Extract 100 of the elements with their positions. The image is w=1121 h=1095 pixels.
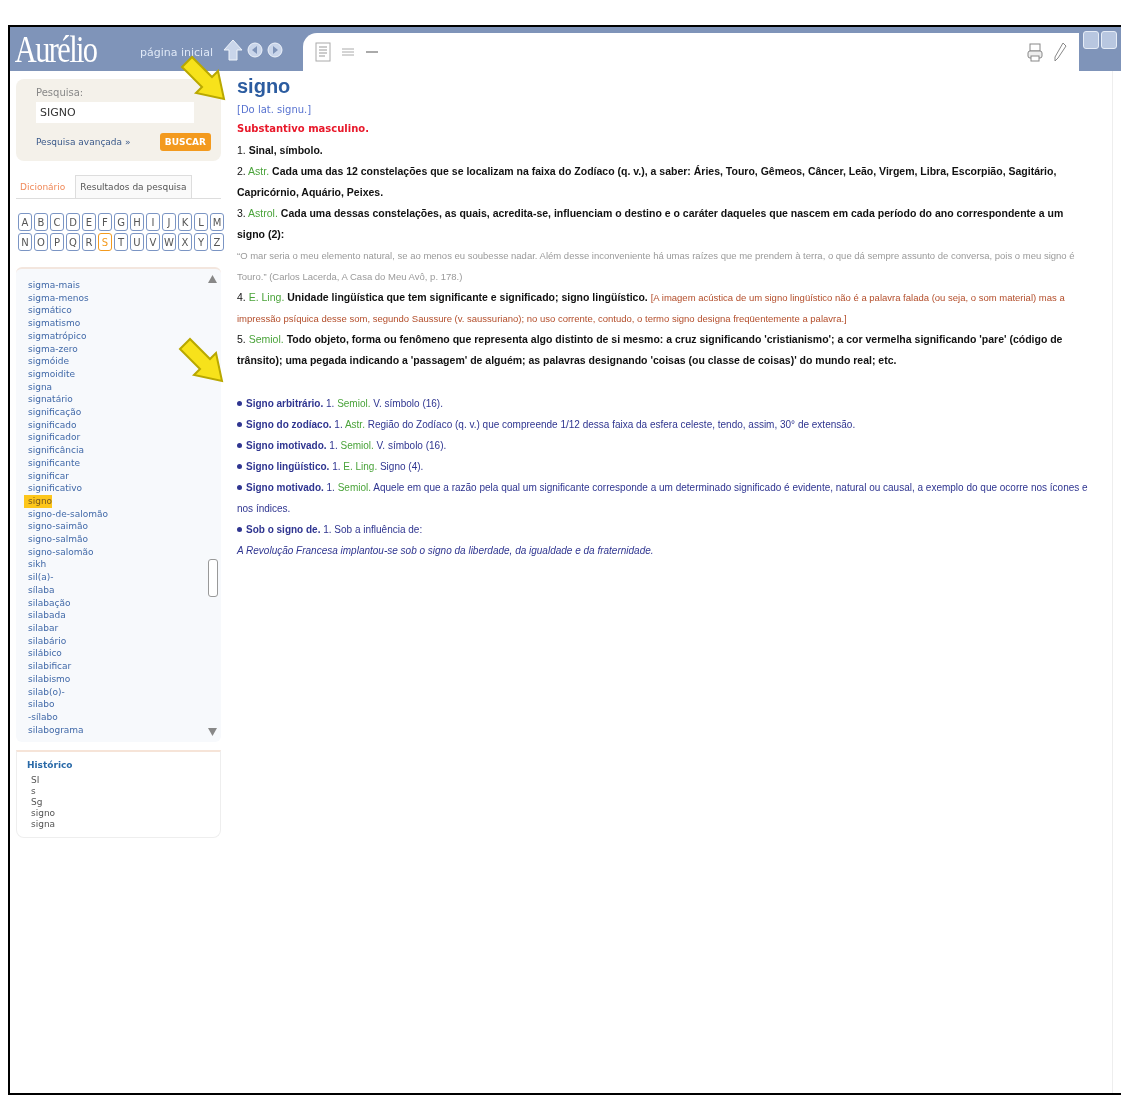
phrase-definition: Signo motivado. 1. Semiol. Aquele em que a razão pela qual um significante corresponde a um determinado significado é evidente, natural ou causal, a exemplo do que ocorre nos ícones e nos índices. [237,481,1089,516]
word-list-item[interactable]: sigma-zero [24,342,78,356]
word-list-item[interactable]: silabário [24,634,67,648]
scroll-up-icon[interactable] [208,275,217,283]
phrase-definition: Signo imotivado. 1. Semiol. V. símbolo (16). [237,435,1092,456]
word-list-item[interactable]: sil(a)- [24,571,54,584]
list-view-icon[interactable] [340,47,355,57]
phrase-definition: Signo arbitrário. 1. Semiol. V. símbolo (16). [237,393,1092,414]
headword: signo [237,75,292,98]
letter-button[interactable]: T [114,233,128,251]
scrollbar-thumb[interactable] [208,559,218,597]
letter-button[interactable]: V [146,233,160,251]
word-list-item[interactable]: sigmoidite [24,367,75,381]
history-title: Histórico [27,760,74,771]
etymology: [Do lat. signu.] [237,104,313,115]
compact-view-icon[interactable] [364,49,379,55]
sense-definition: 1. Sinal, símbolo. [237,143,324,158]
word-list-item[interactable]: silabismo [24,672,71,686]
document-view-icon[interactable] [314,42,331,62]
word-list-item[interactable]: silab(o)- [24,685,65,699]
word-list-item[interactable]: significador [24,431,81,445]
history-item[interactable]: s [27,786,210,797]
letter-button[interactable]: K [178,213,192,231]
pen-icon[interactable] [1053,42,1067,62]
letter-button[interactable]: F [98,213,112,231]
word-list-item[interactable]: sílaba [24,583,55,597]
letter-button[interactable]: Q [66,233,80,251]
letter-button[interactable]: Y [194,233,208,251]
letter-button[interactable]: E [82,213,96,231]
phrase-definition: Sob o signo de. 1. Sob a influência de: [237,519,1092,540]
advanced-search-link[interactable]: Pesquisa avançada » [36,137,131,147]
word-list-item[interactable]: silábico [24,647,62,661]
letter-button[interactable]: P [50,233,64,251]
letter-button[interactable]: X [178,233,192,251]
word-list-item[interactable]: significativo [24,482,83,495]
word-list-item[interactable]: silabação [24,596,71,610]
back-icon[interactable] [246,42,263,58]
example-sentence: A Revolução Francesa implantou-se sob o signo da liberdade, da igualdade e da fraternidade. [237,544,655,558]
word-list-item[interactable]: signo [24,494,53,508]
letter-button[interactable]: N [18,233,32,251]
word-list-item[interactable]: significação [24,406,82,419]
history-item[interactable]: signo [27,808,210,819]
word-list-item[interactable]: sikh [24,558,47,572]
word-list-item[interactable]: sigma-mais [24,279,80,292]
letter-button[interactable]: B [34,213,48,231]
letter-button[interactable]: A [18,213,32,231]
word-list-item[interactable]: signo-saimão [24,520,89,534]
word-list-item[interactable]: silabo [24,698,55,711]
word-list-item[interactable]: silabar [24,622,59,635]
word-list-item[interactable]: significante [24,456,80,470]
forward-icon[interactable] [266,42,283,58]
letter-button[interactable]: L [194,213,208,231]
sense-definition: 5. Semiol. Todo objeto, forma ou fenômeno que representa algo distinto de si mesmo: a cruz significando 'cristianismo'; a cor vermelha significando 'pare' (código de trânsito); uma pegada indicando a 'passagem' de alguém; as palavras designando 'coisas (ou classe de coisas)' do mundo real; etc. [237,332,1064,368]
scroll-down-icon[interactable] [208,728,217,737]
sense-definition: 4. E. Ling. Unidade lingüística que tem significante e significado; signo lingüístico. [A imagem acústica de um signo lingüístico não é a palavra falada (ou seja, o som material) mas a impressão psíquica desse som, segundo Saussure (v. saussuriano); no uso corrente, contudo, o termo signo designa freqüentemente a palavra.] [237,290,1066,326]
history-item[interactable]: Sg [27,797,210,808]
letter-button[interactable]: J [162,213,176,231]
word-list-item[interactable]: -sílabo [24,710,58,724]
search-field[interactable]: SIGNO [36,102,194,123]
citation: “O mar seria o meu elemento natural, se ao menos eu soubesse nadar. Além desse inconveniente há umas raízes que me prendem à terra, o que dá sempre assunto de conversa, pois o meu signo é Touro.” (Carlos Lacerda, A Casa do Meu Avô, p. 178.) [237,249,1076,284]
word-list-item[interactable]: significar [24,469,69,483]
sense-definition: 3. Astrol. Cada uma dessas constelações, as quais, acredita-se, influenciam o destino e o caráter daqueles que nascem em cada período do ano correspondente a um signo (2): [237,206,1065,242]
tab[interactable]: Resultados da pesquisa [75,175,192,198]
app-logo: Aurélio [13,29,98,71]
letter-button[interactable]: H [130,213,144,231]
phrase-definition: Signo do zodíaco. 1. Astr. Região do Zodíaco (q. v.) que compreende 1/12 dessa faixa da esfera celeste, tendo, assim, 30° de extensão. [237,414,1092,435]
word-list-item[interactable]: silabada [24,609,66,622]
history-item[interactable]: SI [27,775,210,786]
word-list-item[interactable]: sigmatismo [24,317,81,330]
word-list-item[interactable]: significado [24,418,77,432]
history-item[interactable]: signa [27,819,210,830]
word-list-item[interactable]: signa [24,380,53,394]
printer-icon[interactable] [1027,42,1043,62]
letter-button[interactable]: R [82,233,96,251]
arrow-icon [176,335,226,385]
letter-button[interactable]: C [50,213,64,231]
word-list-item[interactable]: signo-salomão [24,545,94,559]
sense-definition: 2. Astr. Cada uma das 12 constelações que se localizam na faixa do Zodíaco (q. v.), a saber: Áries, Touro, Gêmeos, Câncer, Leão, Virgem, Libra, Escorpião, Sagitário, Capricórnio, Aquário, Peixes. [237,164,1058,200]
word-list-item[interactable]: sigmatrópico [24,329,87,343]
word-list-item[interactable]: sigmático [24,304,72,318]
word-list-item[interactable]: signatário [24,393,73,407]
word-list-item[interactable]: signo-de-salomão [24,507,109,521]
letter-button[interactable]: M [210,213,224,231]
letter-button[interactable]: D [66,213,80,231]
phrase-definition: Signo lingüístico. 1. E. Ling. Signo (4). [237,456,1092,477]
word-class: Substantivo masculino. [237,123,370,134]
letter-button[interactable]: W [162,233,176,251]
letter-button[interactable]: G [114,213,128,231]
home-arrow-icon[interactable] [222,39,243,61]
letter-button[interactable]: I [146,213,160,231]
word-list-item[interactable]: sigma-menos [24,291,89,305]
word-list-item[interactable]: silabograma [24,723,84,737]
word-list-item[interactable]: sigmóide [24,355,69,368]
letter-button[interactable]: O [34,233,48,251]
word-list-item[interactable]: silabificar [24,660,72,673]
letter-button[interactable]: Z [210,233,224,251]
search-label: Pesquisa: [36,87,85,98]
word-list-item[interactable]: signo-salmão [24,533,89,546]
word-list-item[interactable]: significância [24,444,84,457]
letter-button[interactable]: U [130,233,144,251]
